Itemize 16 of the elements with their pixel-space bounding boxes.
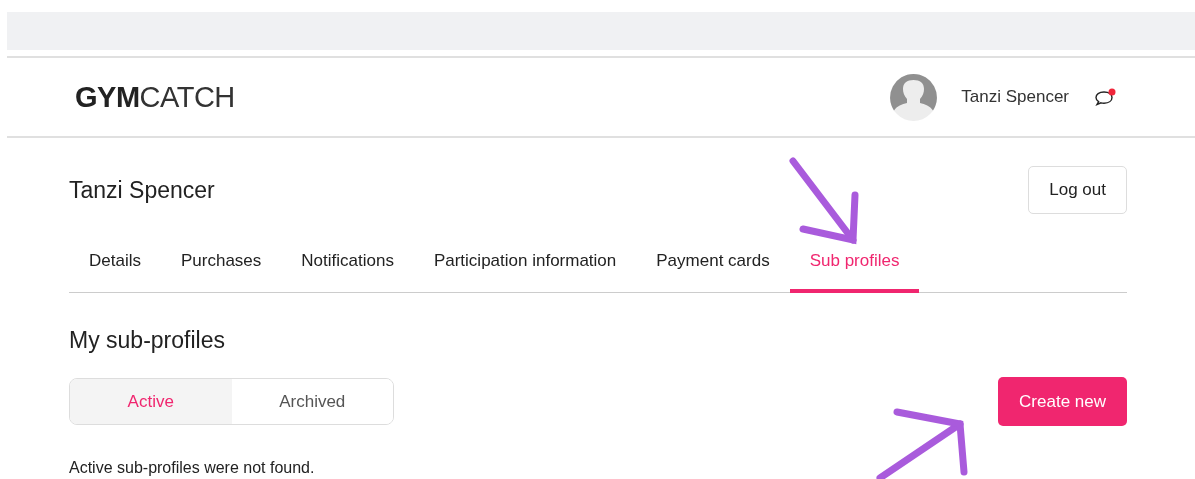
empty-message: Active sub-profiles were not found. <box>69 458 316 478</box>
tab[interactable]: Details <box>69 237 161 293</box>
tab[interactable]: Purchases <box>160 237 282 293</box>
tab[interactable]: Sub profiles <box>789 237 920 293</box>
logout-button[interactable]: Log out <box>1028 166 1127 214</box>
tab[interactable]: Notifications <box>281 237 414 293</box>
chat-icon[interactable] <box>1093 87 1117 107</box>
create-new-button[interactable]: Create new <box>998 376 1127 426</box>
profile-name: Tanzi Spencer <box>69 175 215 205</box>
tab[interactable]: Participation information <box>413 237 637 293</box>
filter-tab[interactable]: Active <box>70 378 232 424</box>
user-name[interactable]: Tanzi Spencer <box>961 84 1069 110</box>
avatar-icon[interactable] <box>890 73 938 121</box>
logo[interactable]: GYMCATCH <box>75 82 235 112</box>
tab[interactable]: Payment cards <box>636 237 790 293</box>
section-title: My sub-profiles <box>69 326 226 355</box>
